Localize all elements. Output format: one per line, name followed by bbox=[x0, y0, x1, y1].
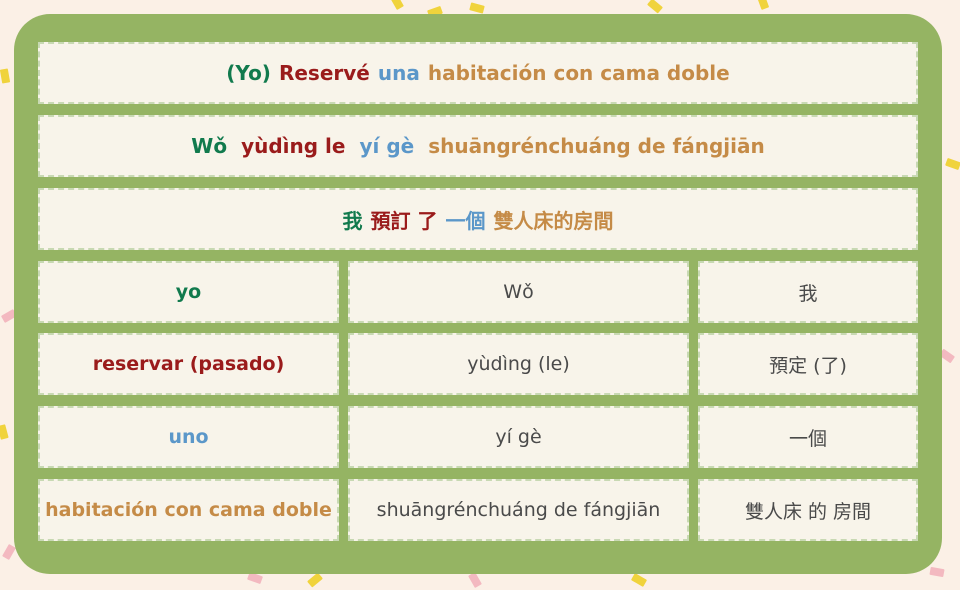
pinyin-sentence: Wǒ yùdìng le yí gè shuāngrénchuáng de fá… bbox=[38, 115, 918, 177]
vocab-chinese-4: 雙人床 的 房間 bbox=[698, 479, 918, 541]
pinyin-verb: yùdìng le bbox=[241, 134, 346, 158]
spanish-verb: Reservé bbox=[278, 61, 370, 85]
chinese-article: 一個 bbox=[445, 208, 486, 233]
spanish-article: una bbox=[377, 61, 420, 85]
spanish-subject: (Yo) bbox=[226, 61, 271, 85]
chinese-verb: 預訂 了 bbox=[370, 208, 438, 233]
vocab-pinyin-3: yí gè bbox=[348, 406, 689, 468]
vocab-pinyin-4: shuāngrénchuáng de fángjiān bbox=[348, 479, 689, 541]
spanish-sentence: (Yo) Reservé una habitación con cama dob… bbox=[38, 42, 918, 104]
vocab-chinese-2: 預定 (了) bbox=[698, 333, 918, 395]
vocab-chinese-3: 一個 bbox=[698, 406, 918, 468]
chinese-object: 雙人床的房間 bbox=[493, 208, 614, 233]
pinyin-subject: Wǒ bbox=[191, 134, 228, 158]
vocab-spanish-2: reservar (pasado) bbox=[38, 333, 339, 395]
vocab-spanish-3: uno bbox=[38, 406, 339, 468]
chinese-sentence: 我 預訂 了 一個 雙人床的房間 bbox=[38, 188, 918, 250]
vocab-pinyin-1: Wǒ bbox=[348, 261, 689, 323]
pinyin-object: shuāngrénchuáng de fángjiān bbox=[428, 134, 765, 158]
chinese-subject: 我 bbox=[342, 208, 363, 233]
pinyin-article: yí gè bbox=[359, 134, 415, 158]
vocab-spanish-1: yo bbox=[38, 261, 339, 323]
spanish-object: habitación con cama doble bbox=[427, 61, 730, 85]
vocab-pinyin-2: yùdìng (le) bbox=[348, 333, 689, 395]
vocab-spanish-4: habitación con cama doble bbox=[38, 479, 339, 541]
vocab-chinese-1: 我 bbox=[698, 261, 918, 323]
